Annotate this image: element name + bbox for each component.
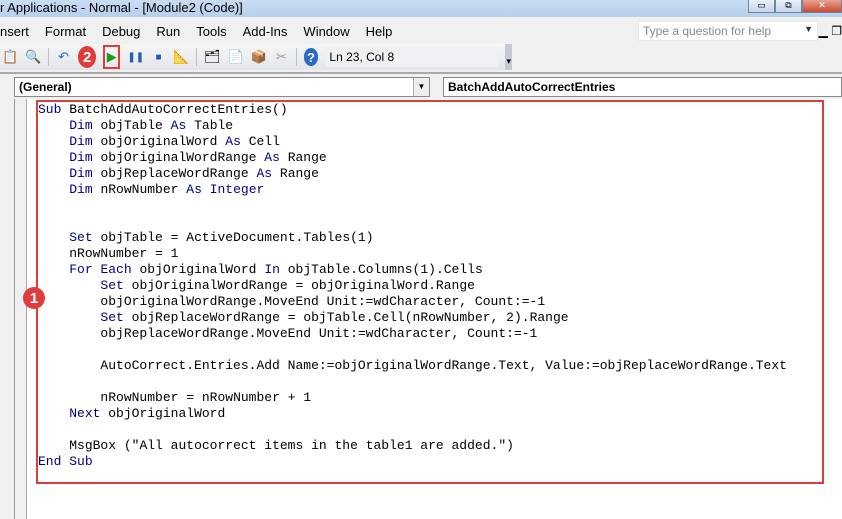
properties-icon[interactable]: 📄	[228, 48, 244, 66]
cursor-position: Ln 23, Col 8	[325, 47, 499, 67]
restore-button[interactable]: ⧉	[775, 0, 802, 13]
object-browser-icon[interactable]: 📦	[251, 48, 267, 66]
mdi-controls[interactable]: ▁ ❐	[819, 24, 842, 38]
separator	[48, 48, 50, 66]
menu-add-ins[interactable]: Add-Ins	[243, 24, 288, 39]
step-badge-1: 1	[23, 287, 45, 309]
help-icon[interactable]: ?	[303, 48, 319, 66]
help-search-input[interactable]: Type a question for help ▼	[638, 21, 818, 41]
pause-icon[interactable]: ❚❚	[127, 48, 144, 66]
separator	[196, 48, 198, 66]
code-editor[interactable]: Sub BatchAddAutoCorrectEntries() Dim obj…	[14, 99, 842, 519]
step-badge-2: 2	[78, 46, 97, 68]
menu-tools[interactable]: Tools	[196, 24, 226, 39]
chevron-down-icon[interactable]: ▼	[804, 24, 813, 34]
chevron-down-icon[interactable]: ▼	[413, 78, 429, 96]
design-mode-icon[interactable]: 📐	[173, 48, 189, 66]
object-dropdown[interactable]: (General) ▼	[14, 77, 430, 97]
toolbar: 📋 🔍 ↶ 2 ▶ ❚❚ ■ 📐 🗂 📄 📦 ✂ ? Ln 23, Col 8 …	[0, 44, 512, 70]
procedure-dropdown[interactable]: BatchAddAutoCorrectEntries	[443, 77, 842, 97]
window-title: r Applications - Normal - [Module2 (Code…	[0, 0, 243, 15]
toolbar-options-icon[interactable]: ▾	[505, 44, 512, 70]
code-highlight-box	[36, 100, 824, 484]
help-placeholder: Type a question for help	[643, 24, 772, 38]
title-bar: r Applications - Normal - [Module2 (Code…	[0, 0, 842, 17]
run-button[interactable]: ▶	[103, 45, 121, 69]
menu-format[interactable]: Format	[45, 24, 86, 39]
menu-window[interactable]: Window	[303, 24, 349, 39]
menu-run[interactable]: Run	[156, 24, 180, 39]
separator	[295, 48, 297, 66]
object-value: (General)	[19, 80, 72, 94]
project-explorer-icon[interactable]: 🗂	[204, 48, 221, 66]
menu-debug[interactable]: Debug	[102, 24, 140, 39]
code-combos: (General) ▼ BatchAddAutoCorrectEntries	[0, 72, 842, 98]
procedure-value: BatchAddAutoCorrectEntries	[448, 80, 616, 94]
menu-insert[interactable]: nsert	[0, 24, 29, 39]
toolbox-icon[interactable]: ✂	[274, 48, 289, 66]
paste-icon[interactable]: 📋	[2, 48, 18, 66]
stop-icon[interactable]: ■	[151, 48, 166, 66]
find-icon[interactable]: 🔍	[25, 48, 41, 66]
undo-icon[interactable]: ↶	[56, 48, 71, 66]
margin-indicator-bar[interactable]	[15, 99, 27, 519]
close-button[interactable]: ✕	[802, 0, 842, 13]
menu-help[interactable]: Help	[366, 24, 393, 39]
minimize-button[interactable]: ▭	[748, 0, 775, 13]
